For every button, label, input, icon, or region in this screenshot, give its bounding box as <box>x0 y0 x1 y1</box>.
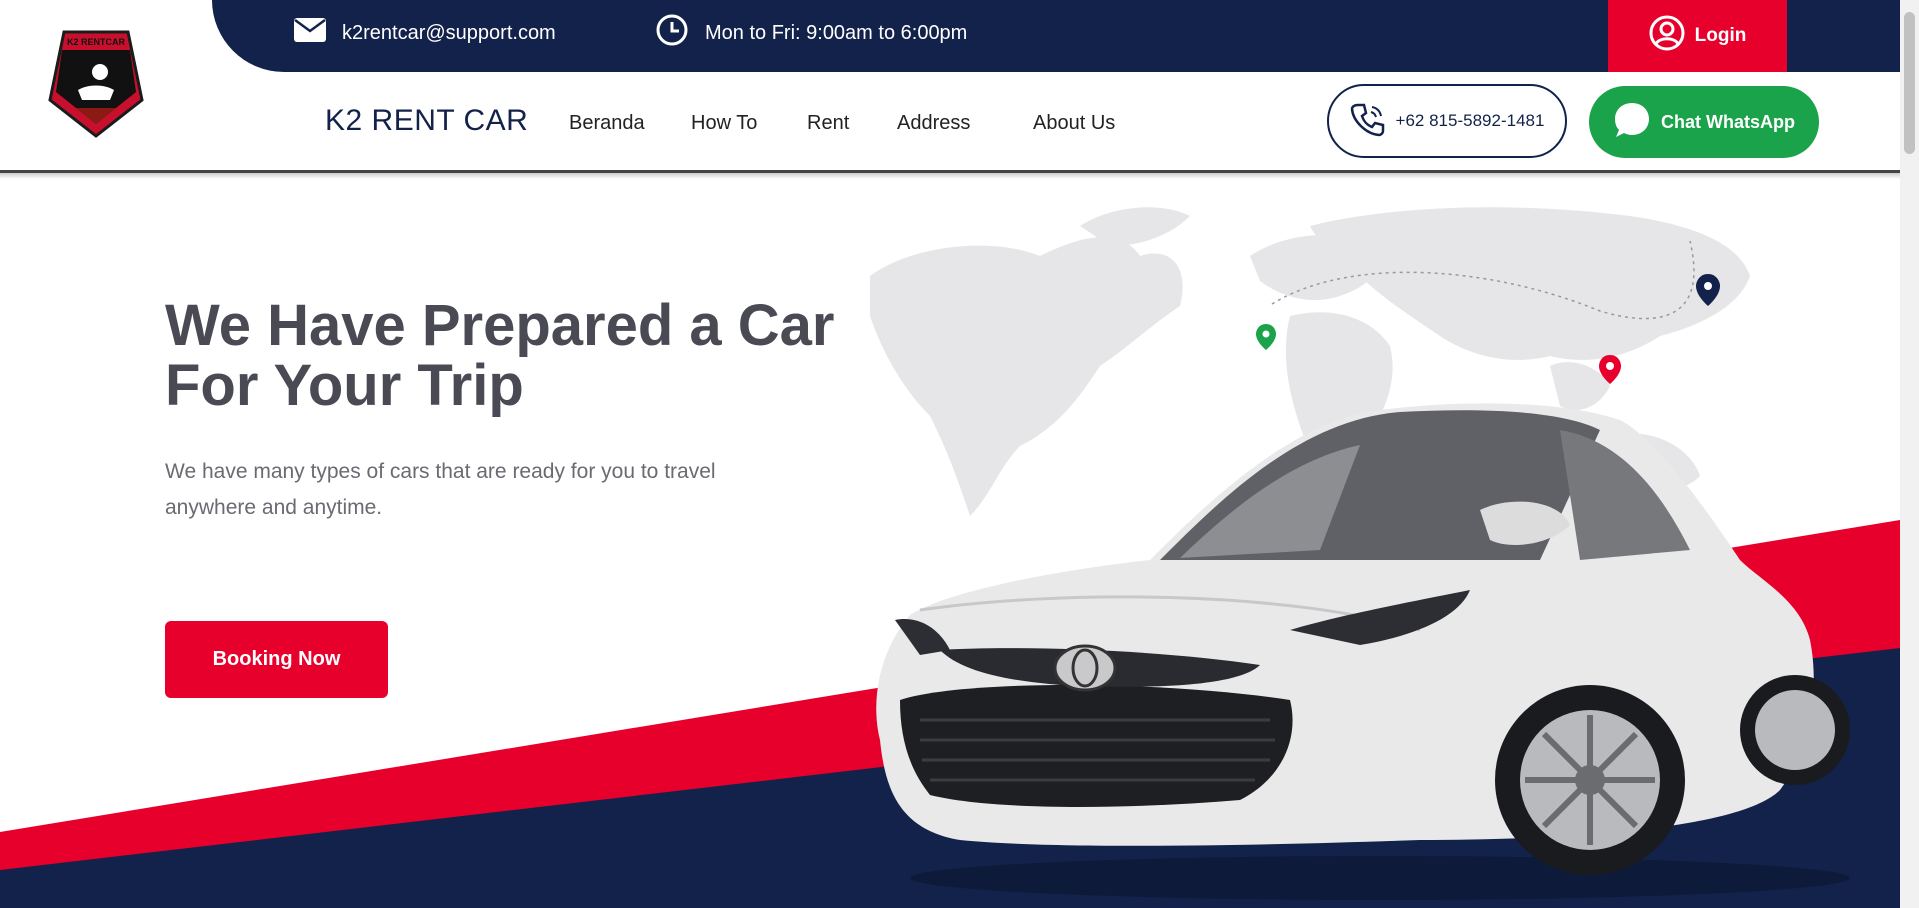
hours-text: Mon to Fri: 9:00am to 6:00pm <box>705 21 968 44</box>
nav-item-rent[interactable]: Rent <box>807 112 849 135</box>
phone-number: +62 815-5892-1481 <box>1395 111 1545 130</box>
email-text: k2rentcar@support.com <box>342 21 556 44</box>
green-pin-icon <box>1256 324 1276 350</box>
nav-item-address[interactable]: Address <box>897 112 970 135</box>
chat-bubble-icon <box>1613 101 1651 144</box>
user-circle-icon <box>1649 15 1685 57</box>
contact-email[interactable]: k2rentcar@support.com <box>294 0 556 66</box>
page-scrollbar[interactable] <box>1900 0 1919 908</box>
hero-title: We Have Prepared a Car For Your Trip <box>165 293 835 418</box>
nav-item-beranda[interactable]: Beranda <box>569 112 645 135</box>
hero-subtitle: We have many types of cars that are read… <box>165 460 716 519</box>
booking-now-button[interactable]: Booking Now <box>165 621 388 698</box>
nav-item-how-to[interactable]: How To <box>691 112 757 135</box>
nav-item-about-us[interactable]: About Us <box>1033 112 1115 135</box>
envelope-icon <box>294 18 326 48</box>
phone-icon <box>1350 101 1386 142</box>
logo-text: K2 RENTCAR <box>67 37 126 47</box>
business-hours: Mon to Fri: 9:00am to 6:00pm <box>655 0 967 66</box>
login-button[interactable]: Login <box>1608 0 1787 72</box>
site-logo[interactable]: K2 RENTCAR <box>48 28 144 140</box>
page: k2rentcar@support.com Mon to Fri: 9:00am… <box>0 0 1900 908</box>
chat-whatsapp-button[interactable]: Chat WhatsApp <box>1589 86 1819 158</box>
brand-name[interactable]: K2 RENT CAR <box>325 104 528 138</box>
phone-button[interactable]: +62 815-5892-1481 <box>1327 84 1567 158</box>
scrollbar-thumb[interactable] <box>1904 12 1915 154</box>
clock-icon <box>655 13 689 53</box>
car-image <box>876 403 1850 900</box>
login-label: Login <box>1694 25 1747 46</box>
whatsapp-label: Chat WhatsApp <box>1661 111 1795 132</box>
